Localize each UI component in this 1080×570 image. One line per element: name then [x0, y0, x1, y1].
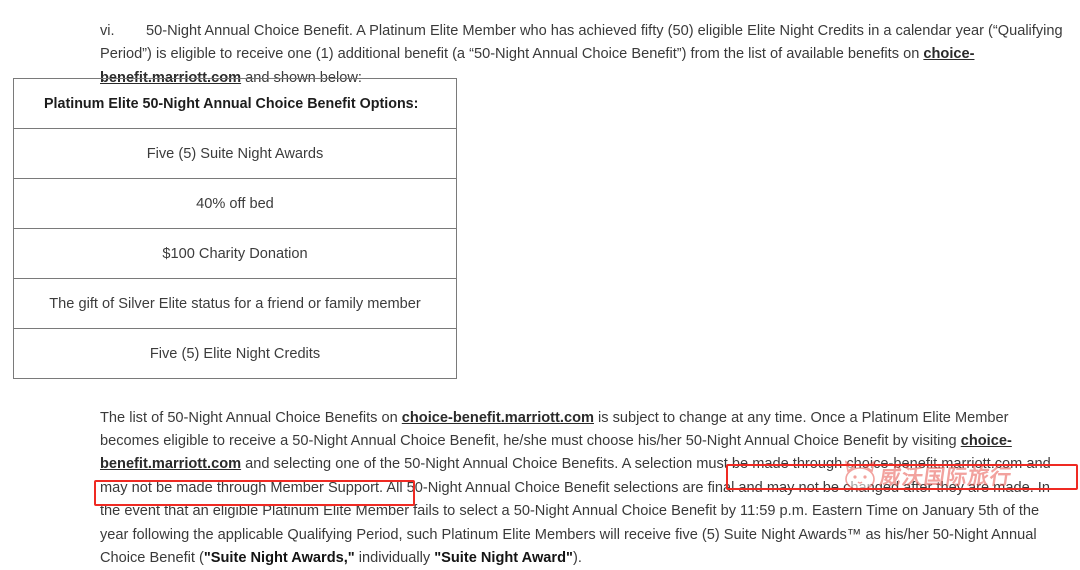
table-row: The gift of Silver Elite status for a fr… [13, 278, 457, 329]
top-paragraph-text-1: 50-Night Annual Choice Benefit. A Platin… [100, 22, 1063, 63]
bottom-text-6: ). [572, 550, 582, 567]
table-header-row: Platinum Elite 50-Night Annual Choice Be… [13, 78, 457, 129]
choice-benefit-options-table: Platinum Elite 50-Night Annual Choice Be… [13, 78, 457, 379]
bottom-text-1: The list of 50-Night Annual Choice Benef… [100, 409, 402, 426]
term-suite-night-awards: "Suite Night Awards," [203, 550, 355, 567]
table-row: $100 Charity Donation [13, 228, 457, 279]
table-cell-option-4: The gift of Silver Elite status for a fr… [13, 278, 457, 329]
table-row: 40% off bed [13, 178, 457, 229]
table-cell-option-2: 40% off bed [13, 178, 457, 229]
list-marker-vi: vi. [100, 22, 115, 39]
paragraph-benefit-terms: The list of 50-Night Annual Choice Benef… [100, 407, 1068, 570]
link-choice-benefit-marriott-2[interactable]: choice-benefit.marriott.com [402, 410, 594, 426]
bottom-text-5: individually [354, 550, 435, 567]
table-cell-option-3: $100 Charity Donation [13, 228, 457, 279]
table-cell-option-1: Five (5) Suite Night Awards [13, 128, 457, 179]
table-row: Five (5) Elite Night Credits [13, 328, 457, 379]
table-row: Five (5) Suite Night Awards [13, 128, 457, 179]
table-cell-option-5: Five (5) Elite Night Credits [13, 328, 457, 379]
document-page: vi. 50-Night Annual Choice Benefit. A Pla… [0, 0, 1080, 566]
table-header-cell: Platinum Elite 50-Night Annual Choice Be… [13, 78, 457, 129]
term-suite-night-award: "Suite Night Award" [434, 550, 573, 567]
